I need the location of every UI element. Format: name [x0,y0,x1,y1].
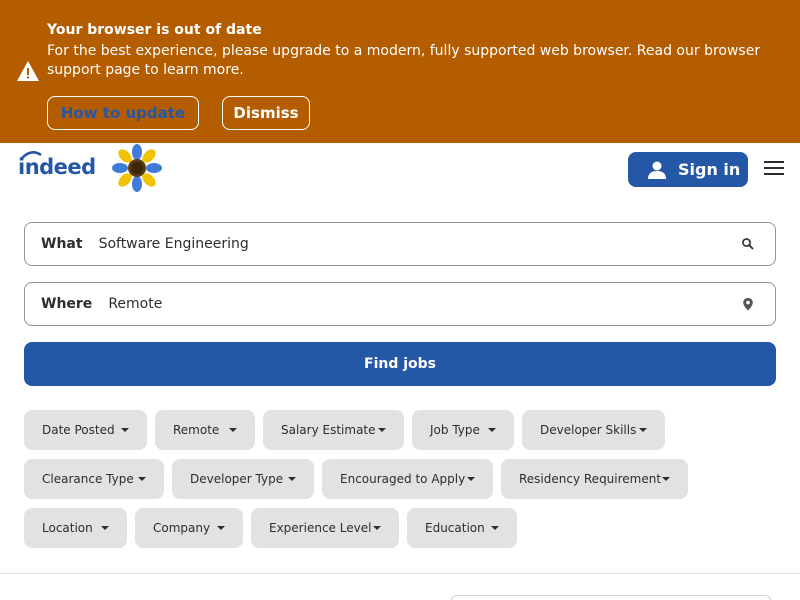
chevron-down-icon [378,428,386,432]
partial-card [451,595,771,600]
chevron-down-icon [217,526,225,530]
filter-label: Date Posted [42,423,115,437]
filter-job-type[interactable]: Job Type [412,410,514,450]
chevron-down-icon [101,526,109,530]
dismiss-button[interactable]: Dismiss [222,96,310,130]
banner-message: For the best experience, please upgrade … [47,43,761,78]
filter-residency-requirement[interactable]: Residency Requirement [501,459,688,499]
location-pin-icon [743,298,753,311]
section-divider [0,573,800,574]
filter-clearance-type[interactable]: Clearance Type [24,459,164,499]
filter-experience-level[interactable]: Experience Level [251,508,399,548]
chevron-down-icon [662,477,670,481]
chevron-down-icon [288,477,296,481]
chevron-down-icon [467,477,475,481]
filter-label: Developer Skills [540,423,637,437]
filter-label: Residency Requirement [519,472,662,486]
filter-date-posted[interactable]: Date Posted [24,410,147,450]
chevron-down-icon [488,428,496,432]
where-field[interactable]: Where Remote [24,282,776,326]
filter-label: Company [153,521,211,535]
indeed-logo[interactable]: indeed [18,155,96,179]
browser-warning-banner: Your browser is out of date For the best… [0,0,800,143]
what-input[interactable]: Software Engineering [99,236,249,252]
filter-developer-type[interactable]: Developer Type [172,459,314,499]
sign-in-button[interactable]: Sign in [628,152,748,187]
where-input[interactable]: Remote [108,296,162,312]
what-label: What [41,236,83,252]
chevron-down-icon [639,428,647,432]
filter-developer-skills[interactable]: Developer Skills [522,410,665,450]
chevron-down-icon [373,526,381,530]
how-to-update-button[interactable]: How to update [47,96,199,130]
filter-label: Job Type [430,423,480,437]
filter-label: Remote [173,423,220,437]
search-icon[interactable] [741,237,755,251]
where-label: Where [41,296,93,312]
sign-in-label: Sign in [678,160,741,179]
what-field[interactable]: What Software Engineering [24,222,776,266]
filter-encouraged-to-apply[interactable]: Encouraged to Apply [322,459,493,499]
filter-salary-estimate[interactable]: Salary Estimate [263,410,404,450]
find-jobs-button[interactable]: Find jobs [24,342,776,386]
filter-education[interactable]: Education [407,508,517,548]
filter-location[interactable]: Location [24,508,127,548]
filter-label: Clearance Type [42,472,134,486]
filter-label: Encouraged to Apply [340,472,466,486]
person-icon [648,161,666,179]
chevron-down-icon [491,526,499,530]
filter-label: Experience Level [269,521,372,535]
warning-icon [17,61,39,81]
filter-label: Salary Estimate [281,423,376,437]
sunflower-icon [112,144,162,192]
chevron-down-icon [229,428,237,432]
chevron-down-icon [121,428,129,432]
filter-label: Location [42,521,93,535]
chevron-down-icon [138,477,146,481]
banner-title: Your browser is out of date [47,22,262,38]
filter-label: Developer Type [190,472,284,486]
filter-remote[interactable]: Remote [155,410,255,450]
filter-label: Education [425,521,485,535]
filter-company[interactable]: Company [135,508,243,548]
hamburger-menu-icon[interactable] [764,160,784,176]
